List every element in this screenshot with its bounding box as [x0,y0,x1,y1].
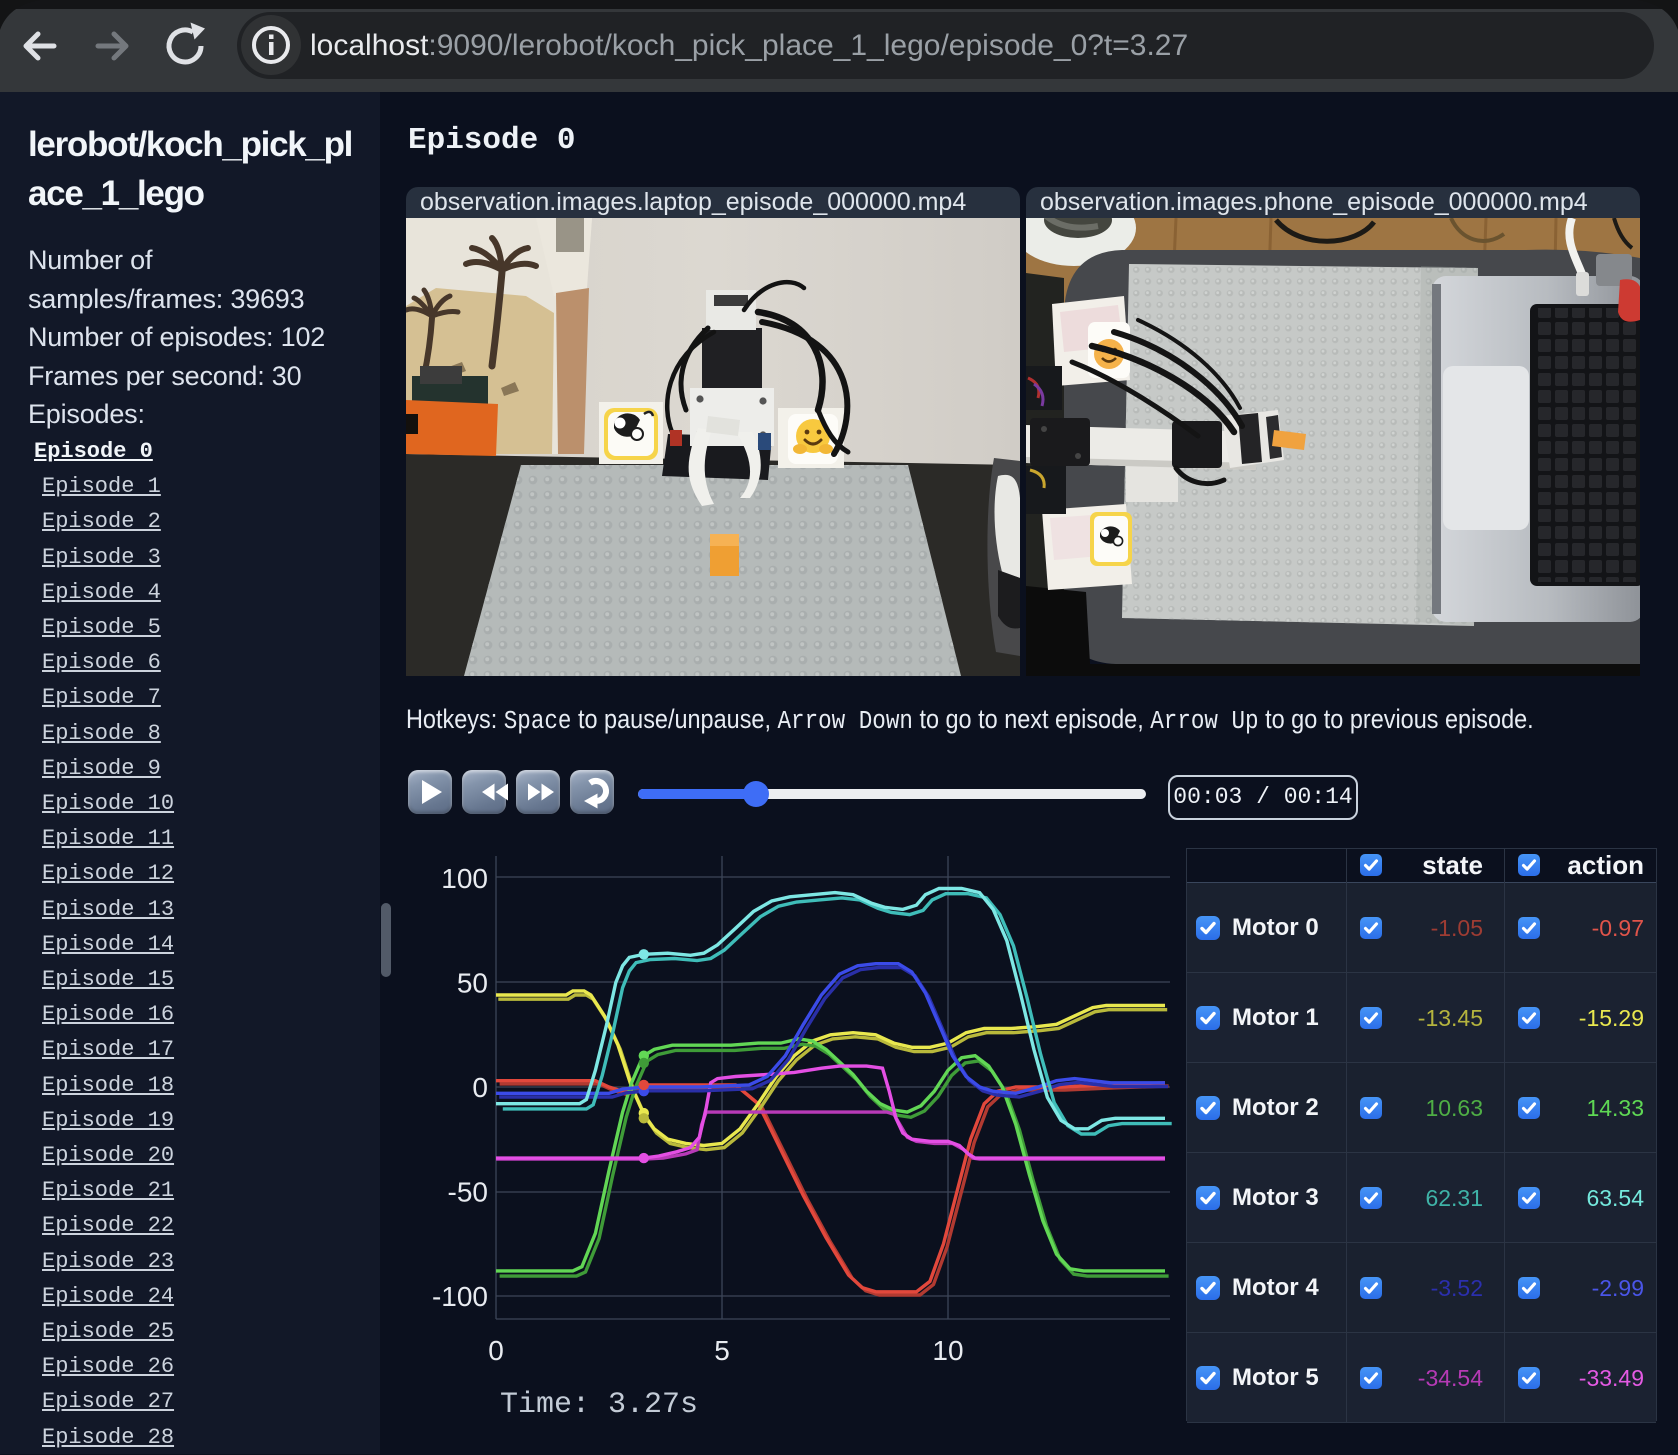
svg-text:10: 10 [932,1335,963,1366]
svg-text:-50: -50 [448,1177,488,1208]
svg-text:0: 0 [488,1335,504,1366]
svg-text:0: 0 [472,1072,488,1103]
svg-text:100: 100 [441,863,488,894]
svg-text:50: 50 [457,968,488,999]
svg-text:Time: 3.27s: Time: 3.27s [500,1388,698,1422]
svg-text:5: 5 [714,1335,730,1366]
svg-text:-100: -100 [432,1281,488,1312]
